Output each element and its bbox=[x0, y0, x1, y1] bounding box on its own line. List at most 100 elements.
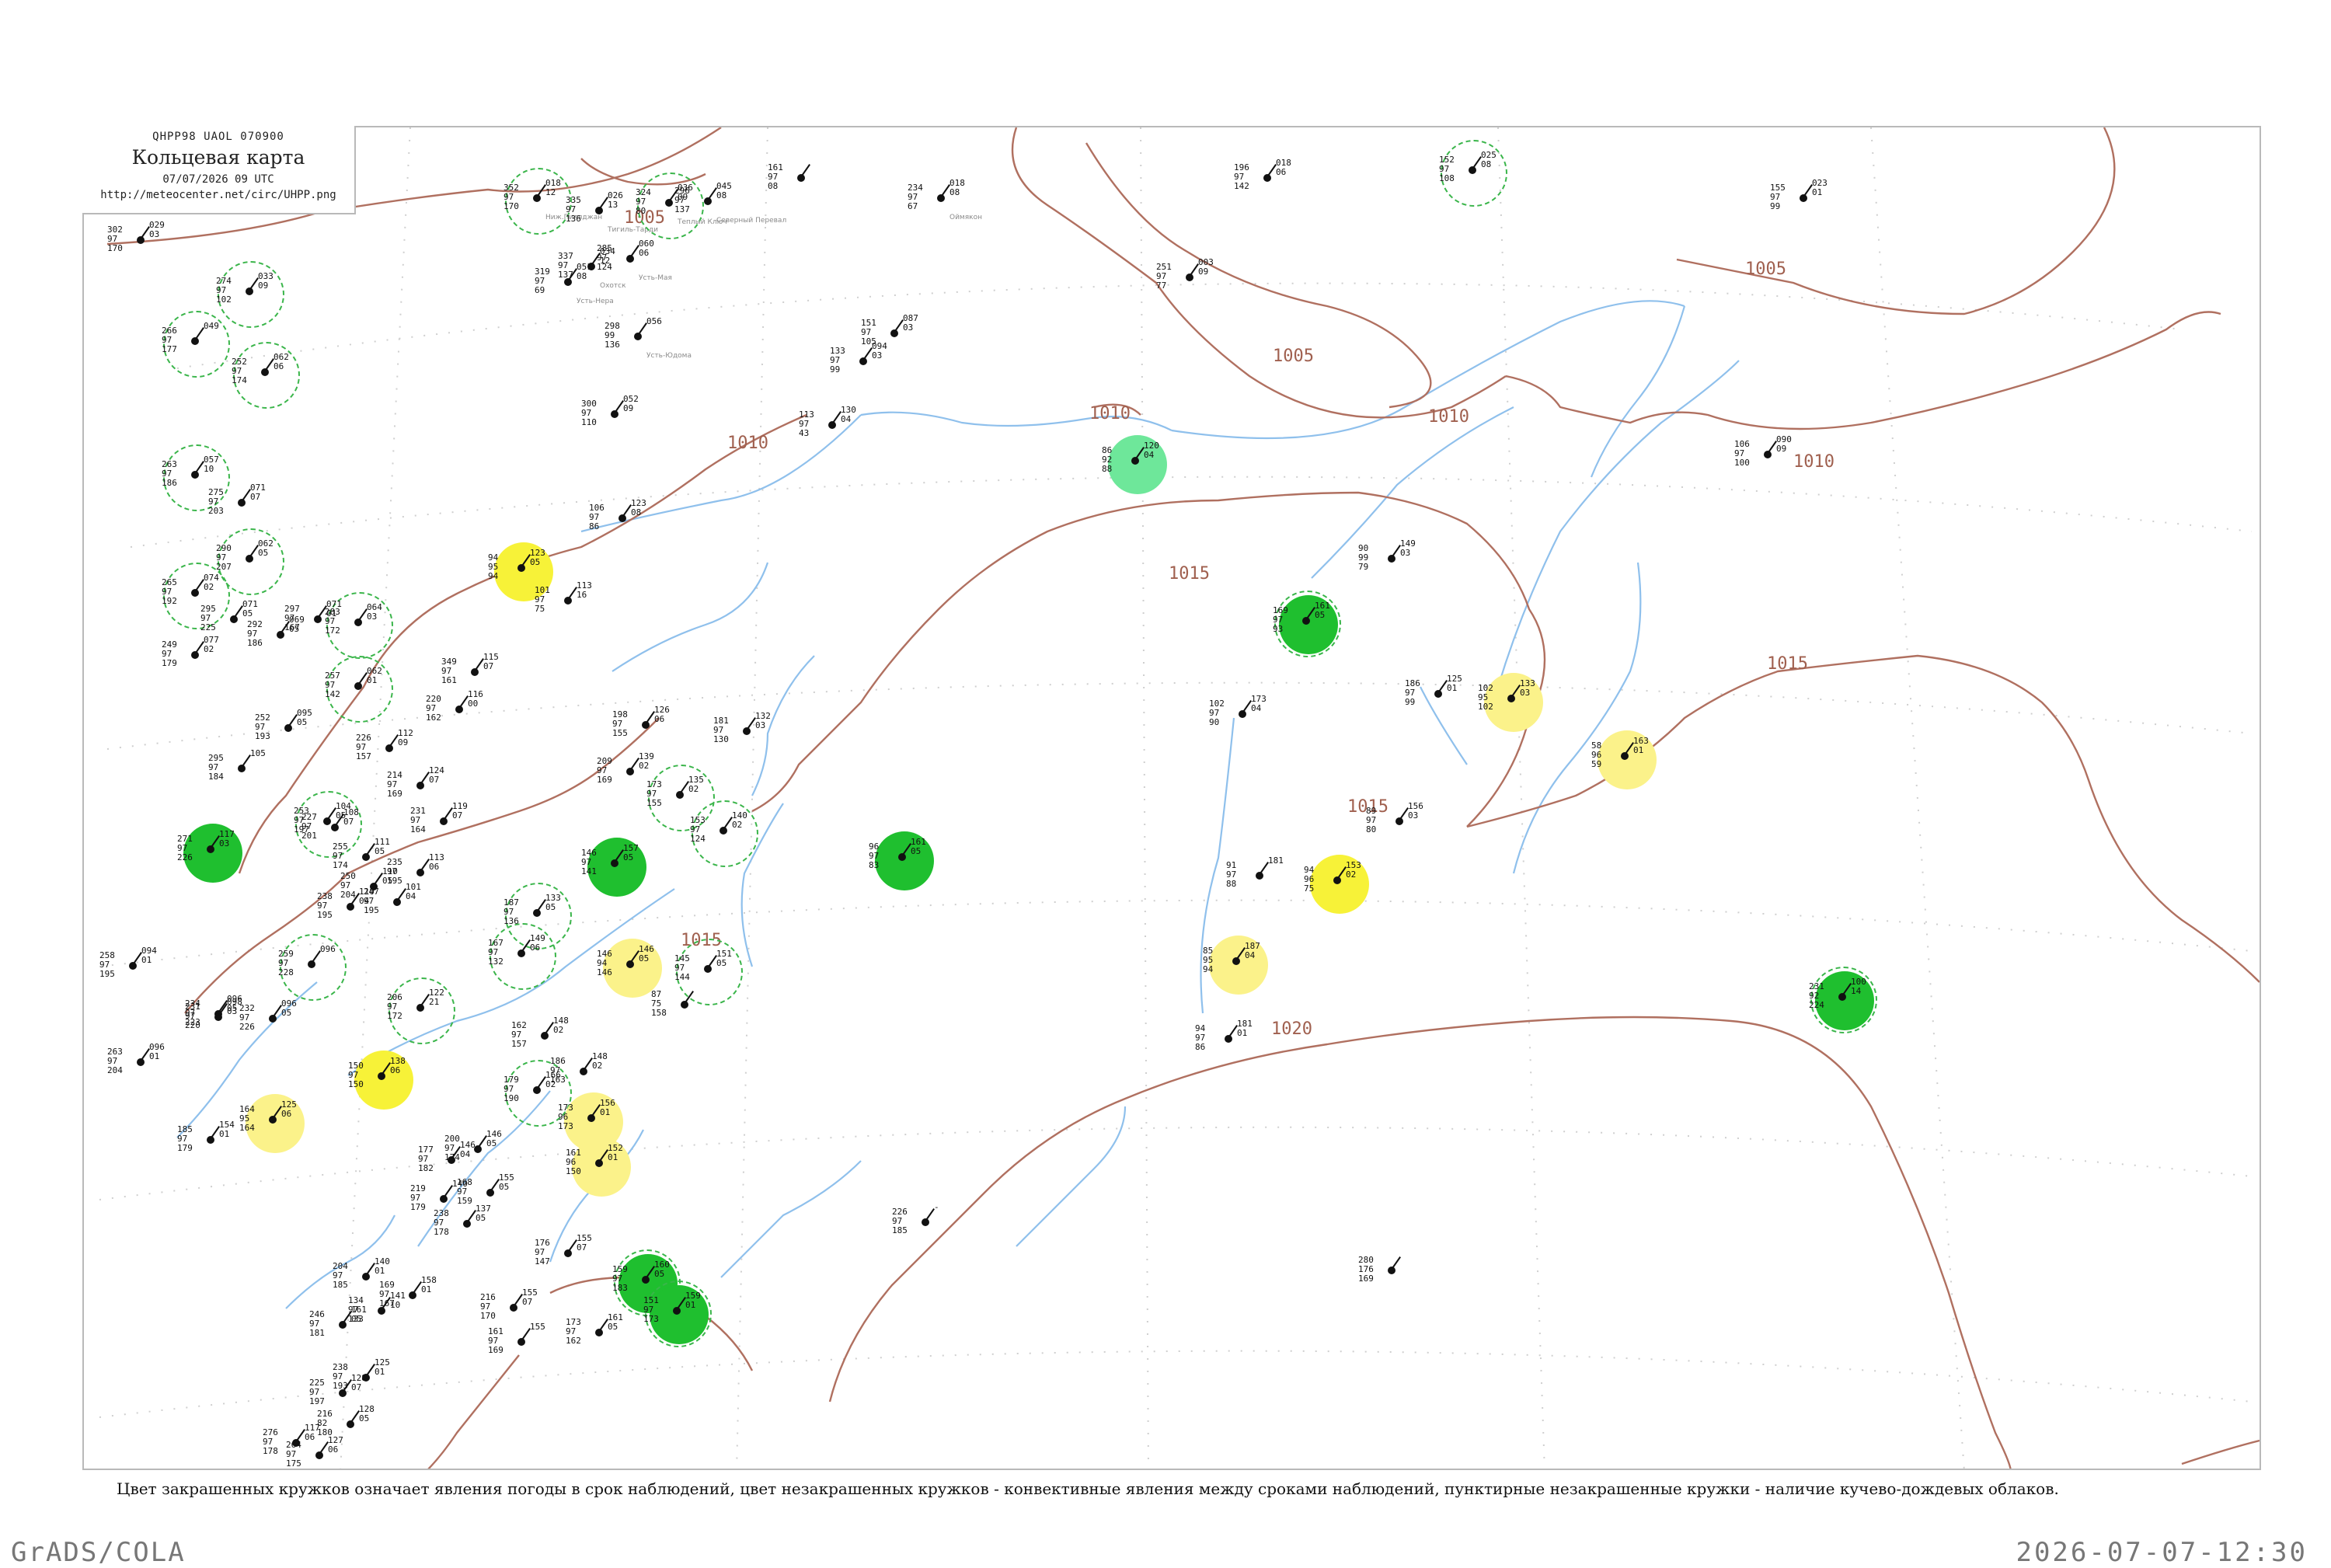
station-value: 69 bbox=[535, 285, 545, 295]
station-value: 157 bbox=[511, 1039, 527, 1049]
station-value: 03 bbox=[367, 612, 378, 622]
station-value: 169 bbox=[488, 1345, 503, 1355]
station-value: 88 bbox=[1226, 879, 1237, 889]
station-value: 09 bbox=[623, 403, 634, 413]
station-plot: 251 97 77 003 09 bbox=[1156, 255, 1231, 312]
station-plot: 226 97 185- bbox=[892, 1200, 967, 1257]
station-value: 203 bbox=[208, 506, 224, 516]
station-plot: 232 97 226 096 05 bbox=[239, 996, 314, 1054]
station-value: 03 bbox=[1400, 548, 1411, 558]
map-title: Кольцевая карта bbox=[131, 146, 305, 169]
station-value: 93 bbox=[1273, 624, 1284, 634]
station-value: 75 bbox=[1304, 883, 1315, 894]
bulletin-code: QHPP98 UAOL 070900 bbox=[152, 131, 284, 143]
station-plot: 302 97 170 029 03 bbox=[107, 218, 182, 275]
station-value: 110 bbox=[581, 417, 597, 427]
station-plot: 295 97 184 105 bbox=[208, 746, 283, 803]
station-name: Северный Перевал bbox=[716, 217, 787, 225]
station-plot: 161 97 169 155 bbox=[488, 1319, 563, 1377]
station-value: 12 bbox=[545, 187, 556, 197]
station-value: 05 bbox=[382, 876, 393, 886]
station-value: 07 bbox=[452, 810, 463, 821]
station-plot: 266 97 177 049 bbox=[162, 311, 236, 378]
station-value: 05 bbox=[530, 557, 541, 567]
station-value: 08 bbox=[716, 190, 727, 200]
station-value: 190 bbox=[503, 1093, 519, 1103]
station-value: 146 bbox=[597, 967, 612, 977]
station-value: 172 bbox=[325, 625, 340, 636]
station-value: 06 bbox=[390, 1065, 401, 1075]
station-value: 136 bbox=[605, 340, 620, 350]
station-plot: 90 99 79 149 03 bbox=[1358, 536, 1433, 594]
station-value: 124 bbox=[597, 262, 612, 272]
station-value: 04 bbox=[460, 1149, 471, 1159]
station-value: 155 bbox=[530, 1322, 545, 1332]
station-value: 05 bbox=[716, 958, 727, 968]
station-value: 05 bbox=[608, 1322, 618, 1332]
station-value: 01 bbox=[219, 1129, 230, 1139]
station-value: 08 bbox=[768, 181, 779, 191]
station-plot: 271 97 226 117 03 bbox=[177, 824, 252, 884]
station-value: 226 bbox=[239, 1022, 255, 1032]
station-value: 108 bbox=[1439, 173, 1455, 183]
station-value: 86 bbox=[1195, 1042, 1206, 1052]
station-plot: 280 176 169 bbox=[1358, 1248, 1433, 1305]
station-value: 06 bbox=[328, 1444, 339, 1455]
station-plot: 151 97 173 159 01 bbox=[643, 1281, 718, 1347]
station-value: 183 bbox=[612, 1283, 628, 1293]
station-value: 193 bbox=[333, 1381, 348, 1391]
station-value: 157 bbox=[356, 751, 371, 761]
station-value: 056 bbox=[646, 316, 662, 326]
station-value: 163 bbox=[550, 1075, 566, 1085]
station-value: 01 bbox=[149, 1051, 160, 1061]
station-plot: 113 97 43 130 04 bbox=[799, 402, 873, 460]
station-value: 01 bbox=[141, 955, 152, 965]
wind-barb-icon bbox=[801, 164, 810, 176]
station-value: 02 bbox=[732, 820, 743, 830]
station-value: 08 bbox=[631, 507, 642, 517]
station-value: 02 bbox=[592, 1061, 603, 1071]
station-name: Усть-Нера bbox=[577, 298, 614, 305]
station-value: 01 bbox=[1237, 1028, 1248, 1038]
station-plot: 298 99 136 056 Усть-Юдома bbox=[605, 314, 692, 371]
station-value: 03 bbox=[903, 322, 914, 333]
station-plot: 102 97 90 173 04 bbox=[1209, 692, 1284, 749]
station-plot: 161 96 150 152 01 bbox=[566, 1138, 640, 1198]
station-value: 173 bbox=[558, 1121, 573, 1131]
station-plot: 169 97 93 161 05 bbox=[1273, 591, 1347, 657]
station-plot: 58 96 59 163 01 bbox=[1591, 730, 1666, 791]
station-value: 02 bbox=[1346, 869, 1357, 880]
station-name: Усть-Мая bbox=[639, 274, 672, 282]
station-value: 94 bbox=[1203, 964, 1214, 974]
station-plot: 89 97 80 156 03 bbox=[1366, 799, 1441, 856]
station-value: 204 bbox=[107, 1065, 123, 1075]
station-value: 05 bbox=[281, 1008, 292, 1018]
station-value: 03 bbox=[149, 229, 160, 239]
station-value: 144 bbox=[674, 972, 690, 982]
station-value: 01 bbox=[375, 1367, 385, 1377]
station-plot: 173 97 162 161 05 bbox=[566, 1310, 640, 1368]
station-value: 09 bbox=[1198, 267, 1209, 277]
station-plot: 152 97 108 025 08 bbox=[1439, 140, 1514, 207]
station-value: 05 bbox=[499, 1182, 510, 1192]
station-value: 04 bbox=[406, 891, 416, 901]
legend-note: Цвет закрашенных кружков означает явлени… bbox=[117, 1479, 2059, 1498]
wind-barb-icon bbox=[1392, 1256, 1401, 1269]
station-value: 195 bbox=[364, 905, 379, 915]
station-value: 03 bbox=[1408, 810, 1419, 821]
station-value: 02 bbox=[553, 1025, 564, 1035]
station-value: 05 bbox=[911, 846, 922, 856]
station-name: Усть-Юдома bbox=[646, 352, 692, 360]
station-value: 174 bbox=[444, 1152, 460, 1162]
station-plot: 91 97 88 181 bbox=[1226, 853, 1301, 911]
station-value: 161 bbox=[441, 675, 457, 685]
station-value: 096 bbox=[320, 944, 336, 954]
station-plot: 101 97 75 113 16 bbox=[535, 578, 609, 636]
station-plot: 206 97 172 122 21 bbox=[387, 977, 462, 1044]
station-plot: 238 97 178 137 05 bbox=[434, 1201, 508, 1259]
station-value: 80 bbox=[636, 206, 646, 216]
station-value: 06 bbox=[654, 714, 665, 724]
station-plot: 283 97 172 064 03 bbox=[325, 592, 399, 659]
station-value: 05 bbox=[359, 1413, 370, 1423]
station-value: 220 bbox=[185, 1020, 200, 1030]
